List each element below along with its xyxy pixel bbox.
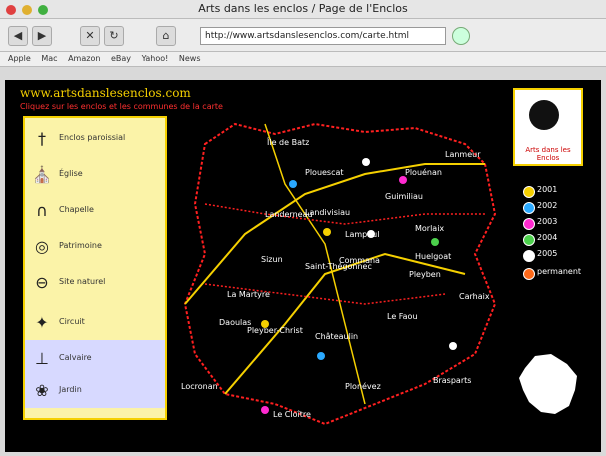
town-label[interactable]: Brasparts (433, 376, 471, 385)
year-label: 2001 (537, 185, 558, 194)
site-marker[interactable] (399, 176, 407, 184)
site-marker[interactable] (261, 406, 269, 414)
bookmarks-bar: Apple Mac Amazon eBay Yahoo! News (0, 52, 606, 67)
year-dot-icon (523, 202, 535, 214)
home-button[interactable]: ⌂ (156, 26, 176, 46)
go-button[interactable] (452, 27, 470, 45)
garden-icon: ❀ (35, 381, 49, 400)
calvary-icon: ⊥ (35, 349, 49, 368)
site-marker[interactable] (317, 352, 325, 360)
year-legend-item[interactable]: 2004 (523, 232, 593, 246)
town-label[interactable]: Île de Batz (267, 138, 309, 147)
year-legend-item[interactable]: 2001 (523, 184, 593, 198)
town-label[interactable]: Plouénan (405, 168, 442, 177)
legend-item[interactable]: † Enclos paroissial (29, 124, 161, 156)
town-label[interactable]: Daoulas (219, 318, 251, 327)
site-logo[interactable]: Arts dans les Enclos (513, 88, 583, 166)
year-legend-item[interactable]: 2003 (523, 216, 593, 230)
town-label[interactable]: Morlaix (415, 224, 444, 233)
year-label: 2004 (537, 233, 558, 242)
nature-icon: ⊖ (35, 273, 49, 292)
town-label[interactable]: Commana (339, 256, 380, 265)
town-label[interactable]: Le Cloître (273, 410, 311, 419)
town-label[interactable]: Châteaulin (315, 332, 358, 341)
town-label[interactable]: Pleyber-Christ (247, 326, 303, 335)
legend-label: Chapelle (59, 205, 94, 214)
year-label: 2002 (537, 201, 558, 210)
bookmark-link[interactable]: Yahoo! (142, 54, 169, 63)
town-label[interactable]: Landerneau (265, 210, 313, 219)
legend-item[interactable]: ⛪ Église (29, 160, 161, 192)
bookmark-link[interactable]: Apple (8, 54, 31, 63)
site-title[interactable]: www.artsdanslesenclos.com (20, 86, 191, 100)
year-legend-item[interactable]: 2005 (523, 248, 593, 262)
town-label[interactable]: Lanmeur (445, 150, 481, 159)
legend-item[interactable]: ◎ Patrimoine (29, 232, 161, 264)
legend-item[interactable]: ⊥ Calvaire (29, 344, 161, 376)
france-locator-map (519, 354, 577, 414)
legend-item[interactable]: ∩ Chapelle (29, 196, 161, 228)
site-marker[interactable] (431, 238, 439, 246)
circuit-icon: ✦ (35, 313, 49, 332)
heritage-icon: ◎ (35, 237, 49, 256)
legend-label: Site naturel (59, 277, 106, 286)
forward-button[interactable]: ▶ (32, 26, 52, 46)
legend-label: Enclos paroissial (59, 133, 126, 142)
bookmark-link[interactable]: eBay (111, 54, 131, 63)
legend-label: Jardin (59, 385, 82, 394)
legend-label: Circuit (59, 317, 85, 326)
town-label[interactable]: Guimiliau (385, 192, 423, 201)
site-marker[interactable] (323, 228, 331, 236)
town-label[interactable]: Huelgoat (415, 252, 451, 261)
france-shape (519, 354, 577, 414)
year-dot-icon (523, 218, 535, 230)
legend-item[interactable]: ⊖ Site naturel (29, 268, 161, 300)
legend-label: Calvaire (59, 353, 92, 362)
legend-item[interactable]: ❀ Jardin (29, 376, 161, 408)
cross-icon: † (38, 129, 46, 148)
year-label: permanent (537, 267, 582, 276)
church-icon: ⛪ (32, 165, 52, 184)
town-label[interactable]: La Martyre (227, 290, 270, 299)
reload-button[interactable]: ↻ (104, 26, 124, 46)
town-label[interactable]: Pleyben (409, 270, 441, 279)
bookmark-link[interactable]: Mac (41, 54, 57, 63)
back-button[interactable]: ◀ (8, 26, 28, 46)
year-dot-icon (523, 186, 535, 198)
town-label[interactable]: Le Faou (387, 312, 418, 321)
site-marker[interactable] (289, 180, 297, 188)
year-legend-item[interactable]: permanent (523, 266, 593, 280)
bookmark-link[interactable]: Amazon (68, 54, 100, 63)
year-dot-icon (523, 268, 535, 280)
chapel-icon: ∩ (36, 201, 48, 220)
legend-item[interactable]: ✦ Circuit (29, 308, 161, 340)
town-label[interactable]: Sizun (261, 255, 283, 264)
year-dot-icon (523, 250, 535, 262)
town-label[interactable]: Carhaix (459, 292, 490, 301)
address-bar[interactable]: http://www.artsdanslesenclos.com/carte.h… (200, 27, 446, 45)
legend-label: Église (59, 169, 83, 178)
site-marker[interactable] (367, 230, 375, 238)
year-label: 2005 (537, 249, 558, 258)
window-titlebar: Arts dans les enclos / Page de l'Enclos (0, 0, 606, 19)
town-label[interactable]: Plonévez (345, 382, 381, 391)
legend-panel: † Enclos paroissial ⛪ Église ∩ Chapelle ◎ Pa… (23, 116, 167, 420)
site-marker[interactable] (362, 158, 370, 166)
logo-icon (529, 100, 559, 130)
town-label[interactable]: Plouescat (305, 168, 344, 177)
logo-text: Arts dans les Enclos (525, 146, 571, 162)
legend-label: Patrimoine (59, 241, 102, 250)
year-legend-item[interactable]: 2002 (523, 200, 593, 214)
window-title: Arts dans les enclos / Page de l'Enclos (198, 2, 408, 15)
stop-button[interactable]: ✕ (80, 26, 100, 46)
town-label[interactable]: Locronan (181, 382, 218, 391)
year-dot-icon (523, 234, 535, 246)
browser-toolbar: ◀ ▶ ✕ ↻ ⌂ http://www.artsdanslesenclos.c… (0, 19, 606, 52)
bookmark-link[interactable]: News (179, 54, 201, 63)
site-marker[interactable] (449, 342, 457, 350)
year-label: 2003 (537, 217, 558, 226)
page-content: www.artsdanslesenclos.com Cliquez sur le… (5, 80, 601, 452)
site-marker[interactable] (261, 320, 269, 328)
